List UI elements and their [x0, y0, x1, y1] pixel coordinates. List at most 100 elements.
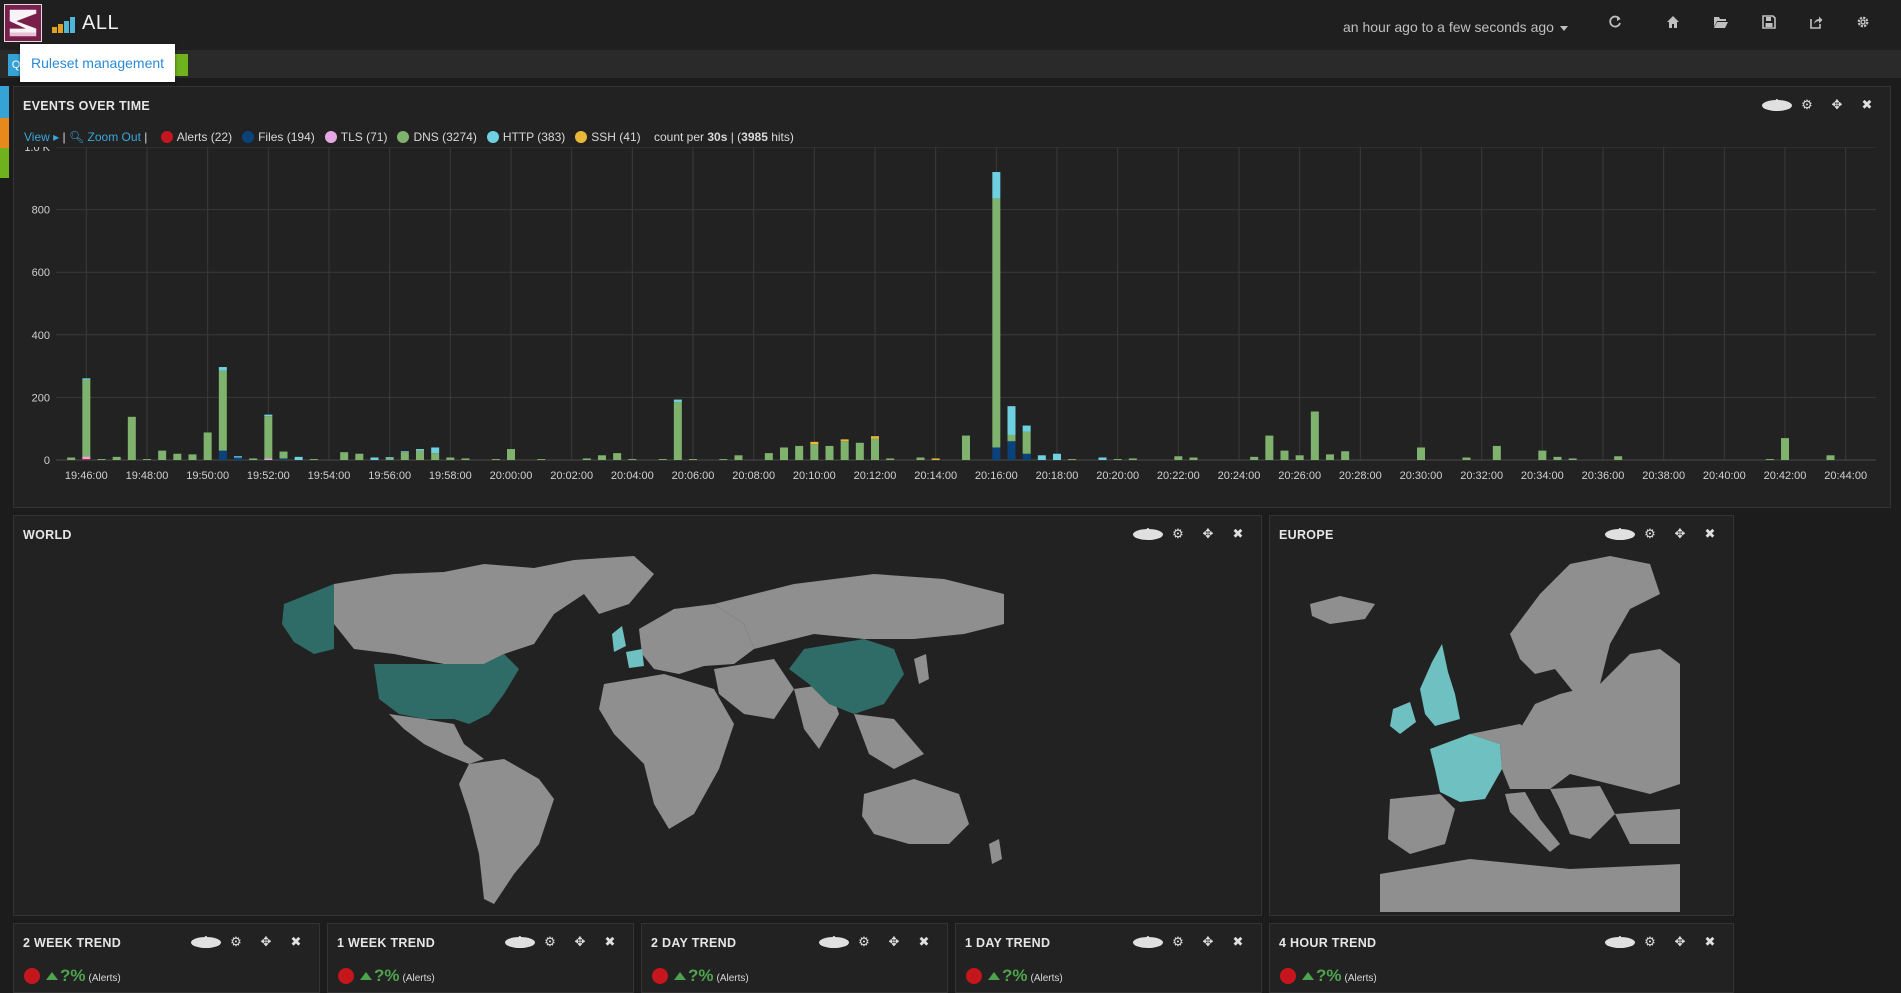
map-region-ireland[interactable] — [1390, 702, 1416, 734]
bar-segment-http[interactable] — [218, 367, 227, 371]
map-region-australia[interactable] — [862, 779, 969, 844]
bar-segment-ssh[interactable] — [871, 436, 879, 439]
bar-segment-dns[interactable] — [871, 438, 879, 460]
map-region-russia[interactable] — [714, 574, 1004, 649]
panel-move-button[interactable]: ✥ — [251, 934, 281, 950]
bar-segment-dns[interactable] — [810, 444, 819, 460]
bar-segment-dns[interactable] — [385, 458, 394, 460]
bar-segment-http[interactable] — [1037, 455, 1046, 460]
panel-settings-button[interactable]: ⚙ — [535, 934, 565, 950]
bar-segment-dns[interactable] — [1462, 457, 1471, 460]
legend-item-dns[interactable]: DNS (3274) — [387, 130, 477, 144]
bar-segment-dns[interactable] — [734, 455, 743, 460]
bar-segment-dns[interactable] — [1310, 411, 1319, 460]
bar-segment-dns[interactable] — [218, 370, 227, 451]
bar-segment-dns[interactable] — [400, 452, 409, 460]
bar-segment-dns[interactable] — [1007, 434, 1016, 442]
bar-segment-dns[interactable] — [1189, 457, 1198, 460]
map-region-japan[interactable] — [914, 654, 929, 684]
share-button[interactable] — [1806, 15, 1826, 35]
bar-segment-dns[interactable] — [173, 453, 182, 460]
ruleset-management-tooltip[interactable]: Ruleset management — [20, 44, 175, 82]
panel-move-button[interactable]: ✥ — [565, 934, 595, 950]
info-button[interactable]: i — [1605, 934, 1635, 950]
view-menu[interactable]: View ▸ — [24, 130, 59, 144]
bar-segment-dns[interactable] — [1765, 459, 1774, 460]
bar-segment-dns[interactable] — [840, 441, 849, 460]
bar-segment-dns[interactable] — [264, 416, 273, 459]
bar-segment-files[interactable] — [234, 457, 242, 460]
panel-settings-button[interactable]: ⚙ — [1635, 934, 1665, 950]
info-button[interactable]: i — [505, 934, 535, 950]
bar-segment-dns[interactable] — [1280, 450, 1289, 460]
panel-settings-button[interactable]: ⚙ — [1163, 526, 1193, 542]
map-region-uk[interactable] — [612, 626, 626, 652]
map-region-uk[interactable] — [1420, 644, 1460, 726]
time-range-picker[interactable]: an hour ago to a few seconds ago — [1343, 19, 1568, 35]
info-button[interactable]: i — [1762, 97, 1792, 113]
bar-segment-http[interactable] — [1053, 453, 1061, 460]
bar-segment-dns[interactable] — [1174, 456, 1183, 460]
bar-segment-dns[interactable] — [780, 447, 788, 460]
bar-segment-dns[interactable] — [446, 457, 455, 460]
bar-segment-dns[interactable] — [279, 451, 288, 459]
bar-segment-dns[interactable] — [658, 459, 667, 460]
bar-segment-files[interactable] — [1007, 441, 1016, 460]
map-region-new-zealand[interactable] — [989, 839, 1002, 864]
bar-segment-dns[interactable] — [916, 457, 925, 460]
bar-segment-files[interactable] — [218, 450, 227, 460]
bar-segment-ssh[interactable] — [840, 439, 849, 442]
bar-segment-dns[interactable] — [249, 458, 258, 460]
bar-segment-dns[interactable] — [1538, 450, 1547, 460]
bar-segment-dns[interactable] — [992, 198, 1001, 448]
bar-segment-dns[interactable] — [1265, 435, 1274, 460]
bar-segment-dns[interactable] — [1128, 458, 1137, 460]
save-dashboard-button[interactable] — [1759, 15, 1779, 35]
map-region-africa[interactable] — [599, 674, 734, 829]
events-chart[interactable]: 0 200 400 600 800 1.0 K 19:46:00 19:48:00 19:50:… — [14, 147, 1890, 507]
bar-segment-http[interactable] — [992, 172, 1001, 199]
bar-segment-files[interactable] — [992, 447, 1001, 460]
panel-close-button[interactable]: ✖ — [595, 934, 625, 950]
bar-segment-dns[interactable] — [461, 458, 470, 460]
panel-move-button[interactable]: ✥ — [1665, 526, 1695, 542]
panel-settings-button[interactable]: ⚙ — [1635, 526, 1665, 542]
panel-settings-button[interactable]: ⚙ — [1163, 934, 1193, 950]
bar-segment-dns[interactable] — [582, 458, 591, 460]
europe-map[interactable] — [1270, 554, 1733, 914]
settings-button[interactable] — [1853, 15, 1873, 35]
map-region-iceland[interactable] — [1310, 596, 1375, 624]
info-button[interactable]: i — [1133, 934, 1163, 950]
bar-segment-dns[interactable] — [825, 445, 834, 460]
map-region-canada[interactable] — [334, 560, 604, 664]
bar-segment-dns[interactable] — [855, 442, 864, 460]
bar-segment-http[interactable] — [1098, 457, 1107, 460]
legend-item-files[interactable]: Files (194) — [232, 130, 315, 144]
map-region-alaska[interactable] — [282, 584, 334, 654]
bar-segment-dns[interactable] — [1326, 454, 1334, 460]
legend-item-alerts[interactable]: Alerts (22) — [151, 130, 232, 144]
bar-segment-dns[interactable] — [962, 435, 970, 460]
map-region-greenland[interactable] — [574, 556, 654, 614]
bar-segment-http[interactable] — [82, 378, 91, 380]
bar-segment-dns[interactable] — [1022, 431, 1031, 454]
refresh-button[interactable] — [1605, 15, 1625, 35]
bar-segment-dns[interactable] — [628, 459, 637, 460]
bar-segment-dns[interactable] — [1113, 459, 1122, 460]
bar-segment-dns[interactable] — [598, 455, 606, 460]
panel-move-button[interactable]: ✥ — [879, 934, 909, 950]
bar-segment-dns[interactable] — [1568, 458, 1577, 460]
bar-segment-dns[interactable] — [143, 459, 151, 460]
bar-segment-dns[interactable] — [158, 450, 167, 460]
bar-segment-dns[interactable] — [1781, 438, 1789, 460]
bar-segment-dns[interactable] — [795, 445, 804, 460]
bar-segment-files[interactable] — [279, 458, 288, 460]
info-button[interactable]: i — [1133, 526, 1163, 542]
panel-close-button[interactable]: ✖ — [909, 934, 939, 950]
panel-close-button[interactable]: ✖ — [1695, 526, 1725, 542]
bar-segment-files[interactable] — [1022, 453, 1031, 460]
bar-segment-dns[interactable] — [203, 432, 212, 460]
bar-segment-dns[interactable] — [673, 402, 682, 460]
bar-segment-http[interactable] — [370, 457, 379, 460]
panel-close-button[interactable]: ✖ — [281, 934, 311, 950]
